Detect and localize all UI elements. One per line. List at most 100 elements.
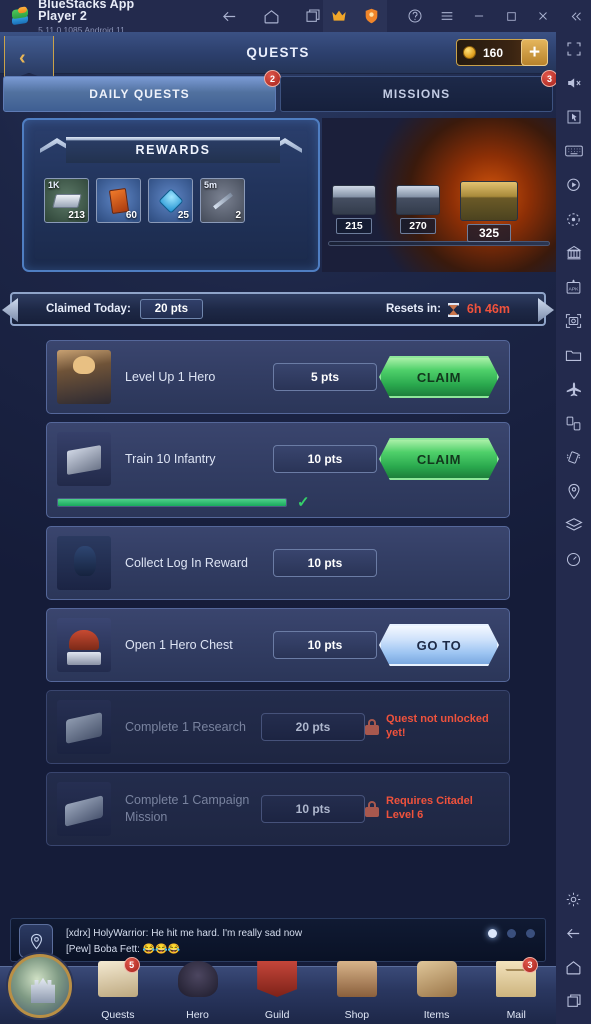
quest-tabs: DAILY QUESTS 2 MISSIONS 3 xyxy=(0,70,556,112)
claim-button[interactable]: CLAIM xyxy=(379,356,499,398)
help-icon[interactable] xyxy=(399,0,431,32)
mute-icon[interactable] xyxy=(556,66,591,100)
bluestacks-logo-icon xyxy=(10,6,28,26)
hourglass-icon xyxy=(447,303,459,317)
install-apk-icon[interactable]: APK xyxy=(556,270,591,304)
android-recents-icon[interactable] xyxy=(556,984,591,1018)
android-home-icon[interactable] xyxy=(556,950,591,984)
rewards-panel: REWARDS 1K 213 60 25 5m 2 xyxy=(22,118,320,272)
reward-item-count: 2 xyxy=(235,210,241,221)
android-back-icon[interactable] xyxy=(556,916,591,950)
reward-item-count: 213 xyxy=(68,210,85,221)
multi-instance-icon[interactable] xyxy=(556,236,591,270)
close-icon[interactable] xyxy=(527,0,559,32)
nav-item-label: Mail xyxy=(506,1009,526,1021)
quest-action: Requires Citadel Level 6 xyxy=(365,795,499,823)
nav-item-hero[interactable]: Hero xyxy=(158,961,238,1024)
quest-name: Complete 1 Campaign Mission xyxy=(125,793,250,824)
media-folder-icon[interactable] xyxy=(556,338,591,372)
quest-row[interactable]: Open 1 Hero Chest 10 pts GO TO xyxy=(46,608,510,682)
svg-text:APK: APK xyxy=(569,286,580,292)
chat-bar[interactable]: [xdrx] HolyWarrior: He hit me hard. I'm … xyxy=(10,918,546,962)
nav-item-items[interactable]: Items xyxy=(397,961,477,1024)
citadel-home-button[interactable] xyxy=(8,954,72,1018)
tab-daily-quests[interactable]: DAILY QUESTS 2 xyxy=(3,70,281,112)
chest-milestone[interactable]: 215 xyxy=(332,185,376,234)
reward-item[interactable]: 1K 213 xyxy=(44,178,89,223)
nav-item-quests[interactable]: 5 Quests xyxy=(78,957,158,1024)
nav-item-label: Quests xyxy=(101,1009,135,1021)
go-to-button[interactable]: GO TO xyxy=(379,624,499,666)
quest-locked-message: Quest not unlocked yet! xyxy=(365,713,499,741)
reward-item[interactable]: 60 xyxy=(96,178,141,223)
quest-points: 10 pts xyxy=(261,795,365,823)
chat-dot[interactable] xyxy=(488,929,497,938)
collapse-icon[interactable] xyxy=(559,0,591,32)
nav-item-mail[interactable]: 3 Mail xyxy=(476,957,556,1024)
quest-name: Collect Log In Reward xyxy=(125,555,248,570)
quest-action: CLAIM xyxy=(379,356,499,398)
eco-mode-icon[interactable] xyxy=(556,372,591,406)
chest-milestone[interactable]: 270 xyxy=(396,185,440,234)
lock-icon xyxy=(365,719,379,735)
claim-button[interactable]: CLAIM xyxy=(379,438,499,480)
quest-points: 20 pts xyxy=(261,713,365,741)
home-icon[interactable] xyxy=(261,6,281,26)
shield-icon[interactable] xyxy=(355,0,387,32)
claimed-today-label: Claimed Today: xyxy=(46,303,131,315)
titlebar-nav-group xyxy=(219,6,323,26)
quest-row[interactable]: Level Up 1 Hero 5 pts CLAIM xyxy=(46,340,510,414)
location-icon[interactable] xyxy=(556,474,591,508)
tab-missions[interactable]: MISSIONS 3 xyxy=(280,70,556,112)
tab-missions-label: MISSIONS xyxy=(382,87,451,101)
chest-value: 325 xyxy=(467,224,511,242)
rotate-icon[interactable] xyxy=(556,406,591,440)
reward-item-count: 60 xyxy=(125,210,137,221)
nav-item-label: Shop xyxy=(344,1009,370,1021)
minimize-icon[interactable] xyxy=(463,0,495,32)
recents-icon[interactable] xyxy=(303,6,323,26)
back-icon[interactable] xyxy=(219,6,239,26)
gold-amount: 160 xyxy=(483,45,504,60)
macro-play-icon[interactable] xyxy=(556,168,591,202)
quest-row: Complete 1 Campaign Mission 10 pts Requi… xyxy=(46,772,510,846)
chat-line: [xdrx] HolyWarrior: He hit me hard. I'm … xyxy=(66,928,303,939)
gold-currency-box[interactable]: 160 + xyxy=(456,39,548,66)
barracks-icon xyxy=(57,432,111,486)
settings-gear-icon[interactable] xyxy=(556,882,591,916)
screenshot-icon[interactable] xyxy=(556,304,591,338)
add-gold-button[interactable]: + xyxy=(521,39,548,66)
chat-pagination-dots[interactable] xyxy=(488,929,535,938)
pointer-icon[interactable] xyxy=(556,100,591,134)
chest-milestone[interactable]: 325 xyxy=(460,181,518,242)
performance-icon[interactable] xyxy=(556,542,591,576)
chat-channel-pin-icon[interactable] xyxy=(19,924,53,958)
record-icon[interactable] xyxy=(556,202,591,236)
status-bar-left-ornament-icon xyxy=(2,298,18,322)
layers-icon[interactable] xyxy=(556,508,591,542)
quest-progress: ✓ xyxy=(47,495,509,517)
reward-item-count: 25 xyxy=(177,210,189,221)
reward-item[interactable]: 25 xyxy=(148,178,193,223)
game-viewport: ‹ QUESTS 160 + DAILY QUESTS 2 MISSIONS 3… xyxy=(0,32,556,1024)
fullscreen-icon[interactable] xyxy=(556,32,591,66)
hero-portrait-icon xyxy=(57,350,111,404)
chat-dot[interactable] xyxy=(526,929,535,938)
nav-item-shop[interactable]: Shop xyxy=(317,961,397,1024)
shop-chest-icon xyxy=(336,961,377,997)
speedup-icon xyxy=(212,193,233,210)
quest-name: Open 1 Hero Chest xyxy=(125,637,233,652)
reward-item[interactable]: 5m 2 xyxy=(200,178,245,223)
shake-icon[interactable] xyxy=(556,440,591,474)
quest-name: Level Up 1 Hero xyxy=(125,369,216,384)
nav-item-guild[interactable]: Guild xyxy=(237,961,317,1024)
crown-icon[interactable] xyxy=(323,0,355,32)
chat-dot[interactable] xyxy=(507,929,516,938)
maximize-icon[interactable] xyxy=(495,0,527,32)
chest-value: 270 xyxy=(400,218,436,234)
quest-row: Complete 1 Research 20 pts Quest not unl… xyxy=(46,690,510,764)
quest-row[interactable]: Train 10 Infantry 10 pts CLAIM ✓ xyxy=(46,422,510,518)
keyboard-icon[interactable] xyxy=(556,134,591,168)
quest-row[interactable]: Collect Log In Reward 10 pts xyxy=(46,526,510,600)
menu-icon[interactable] xyxy=(431,0,463,32)
